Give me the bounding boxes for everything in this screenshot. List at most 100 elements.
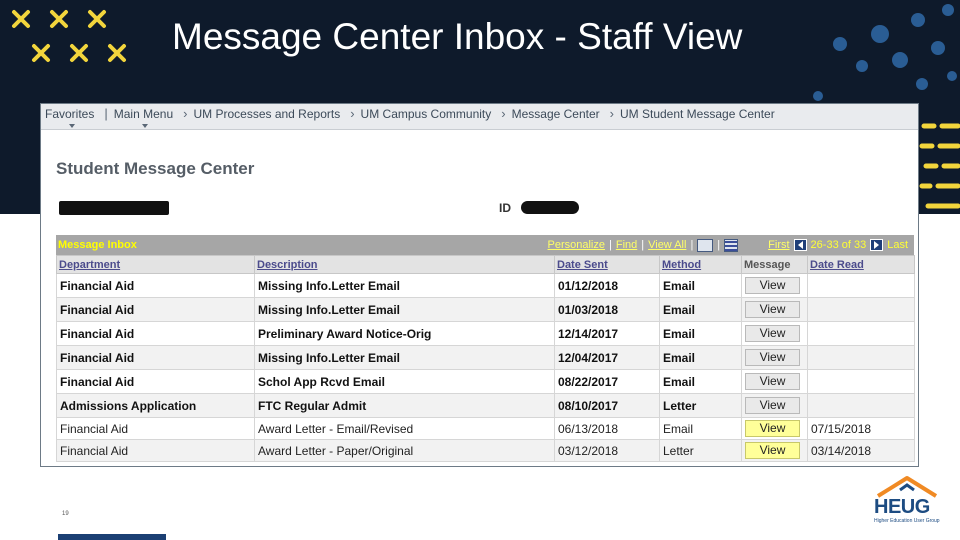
- cell-method: Email: [659, 297, 742, 322]
- cell-description: Award Letter - Email/Revised: [254, 417, 555, 440]
- cell-message: View: [741, 393, 808, 418]
- download-grid-icon[interactable]: [724, 238, 739, 252]
- last-link[interactable]: Last: [887, 239, 908, 251]
- view-message-button[interactable]: View: [745, 442, 800, 459]
- separator: |: [690, 239, 694, 251]
- cell-date-read: [807, 345, 915, 370]
- cell-date-sent: 08/10/2017: [554, 393, 660, 418]
- separator: |: [104, 106, 108, 121]
- cell-date-sent: 01/12/2018: [554, 273, 660, 298]
- column-header-method[interactable]: Method: [659, 255, 742, 274]
- table-row: Financial Aid Preliminary Award Notice-O…: [56, 321, 915, 346]
- view-message-button[interactable]: View: [745, 397, 800, 414]
- cell-date-sent: 12/04/2017: [554, 345, 660, 370]
- message-inbox-grid: Message Inbox Personalize | Find | View …: [56, 235, 915, 462]
- separator: |: [717, 239, 721, 251]
- breadcrumb-um-processes[interactable]: UM Processes and Reports: [193, 107, 344, 127]
- cell-message: View: [741, 297, 808, 322]
- cell-date-read: [807, 297, 915, 322]
- logo-wordmark: HEUG: [874, 496, 930, 518]
- cell-date-sent: 03/12/2018: [554, 439, 660, 462]
- next-page-icon[interactable]: [870, 239, 884, 251]
- cell-message: View: [741, 369, 808, 394]
- dot-pattern-decoration: [813, 4, 957, 101]
- previous-page-icon[interactable]: [793, 239, 807, 251]
- cell-date-read: [807, 321, 915, 346]
- table-row: Financial Aid Missing Info.Letter Email …: [56, 273, 915, 298]
- zoom-grid-icon[interactable]: [697, 238, 714, 252]
- column-header-date-sent[interactable]: Date Sent: [554, 255, 660, 274]
- breadcrumb-um-campus-community[interactable]: UM Campus Community: [361, 107, 496, 127]
- cell-message: View: [741, 439, 808, 462]
- cell-method: Email: [659, 273, 742, 298]
- table-row: Financial Aid Schol App Rcvd Email 08/22…: [56, 369, 915, 394]
- cell-description: Schol App Rcvd Email: [254, 369, 555, 394]
- breadcrumb-label: Message Center: [511, 106, 600, 121]
- table-header-row: Department Description Date Sent Method …: [56, 255, 915, 274]
- cell-department: Financial Aid: [56, 369, 255, 394]
- breadcrumb-label: UM Campus Community: [360, 106, 492, 121]
- chevron-right-icon: ›: [609, 106, 614, 121]
- view-all-link[interactable]: View All: [648, 239, 686, 251]
- personalize-link[interactable]: Personalize: [548, 239, 605, 251]
- breadcrumb-main-menu[interactable]: Main Menu: [114, 107, 177, 128]
- logo-tagline: Higher Education User Group: [874, 518, 940, 524]
- breadcrumb-student-message-center[interactable]: UM Student Message Center: [620, 107, 779, 127]
- column-header-description[interactable]: Description: [254, 255, 555, 274]
- x-pattern-decoration: [12, 10, 126, 62]
- footer-bar: [58, 534, 166, 540]
- grid-toolbar: Personalize | Find | View All | | First …: [548, 238, 908, 252]
- cell-message: View: [741, 417, 808, 440]
- breadcrumb-message-center[interactable]: Message Center: [512, 107, 604, 127]
- grid-header-bar: Message Inbox Personalize | Find | View …: [56, 235, 914, 255]
- view-message-button[interactable]: View: [745, 301, 800, 318]
- breadcrumb-favorites[interactable]: Favorites: [45, 106, 98, 128]
- cell-department: Financial Aid: [56, 439, 255, 462]
- cell-method: Letter: [659, 439, 742, 462]
- cell-description: Award Letter - Paper/Original: [254, 439, 555, 462]
- caret-down-icon: [142, 123, 149, 128]
- first-link[interactable]: First: [768, 239, 789, 251]
- dash-pattern-decoration: [919, 123, 960, 209]
- breadcrumb: Favorites | Main Menu › UM Processes and…: [41, 104, 918, 130]
- view-message-button[interactable]: View: [745, 349, 800, 366]
- cell-date-sent: 08/22/2017: [554, 369, 660, 394]
- cell-date-read: [807, 369, 915, 394]
- redacted-student-name: [59, 201, 169, 215]
- cell-date-sent: 12/14/2017: [554, 321, 660, 346]
- id-label: ID: [499, 201, 511, 215]
- cell-method: Email: [659, 321, 742, 346]
- cell-department: Financial Aid: [56, 297, 255, 322]
- cell-description: FTC Regular Admit: [254, 393, 555, 418]
- view-message-button[interactable]: View: [745, 325, 800, 342]
- view-message-button[interactable]: View: [745, 373, 800, 390]
- cell-date-read: 07/15/2018: [807, 417, 915, 440]
- cell-department: Financial Aid: [56, 321, 255, 346]
- table-row: Financial Aid Award Letter - Paper/Origi…: [56, 439, 915, 462]
- cell-description: Preliminary Award Notice-Orig: [254, 321, 555, 346]
- view-message-button[interactable]: View: [745, 420, 800, 437]
- find-link[interactable]: Find: [616, 239, 637, 251]
- chevron-right-icon: ›: [350, 106, 355, 121]
- breadcrumb-label: Favorites: [45, 106, 95, 121]
- cell-description: Missing Info.Letter Email: [254, 345, 555, 370]
- cell-department: Financial Aid: [56, 345, 255, 370]
- chevron-right-icon: ›: [501, 106, 506, 121]
- cell-description: Missing Info.Letter Email: [254, 297, 555, 322]
- cell-date-sent: 06/13/2018: [554, 417, 660, 440]
- column-header-date-read[interactable]: Date Read: [807, 255, 915, 274]
- view-message-button[interactable]: View: [745, 277, 800, 294]
- cell-message: View: [741, 345, 808, 370]
- page-number: 19: [62, 511, 69, 517]
- cell-method: Email: [659, 369, 742, 394]
- separator: |: [641, 239, 645, 251]
- table-row: Admissions Application FTC Regular Admit…: [56, 393, 915, 418]
- column-header-department[interactable]: Department: [56, 255, 255, 274]
- peoplesoft-screenshot: Favorites | Main Menu › UM Processes and…: [40, 103, 919, 467]
- table-row: Financial Aid Award Letter - Email/Revis…: [56, 417, 915, 440]
- cell-department: Financial Aid: [56, 417, 255, 440]
- separator: |: [608, 239, 612, 251]
- cell-date-read: [807, 273, 915, 298]
- cell-department: Financial Aid: [56, 273, 255, 298]
- table-row: Financial Aid Missing Info.Letter Email …: [56, 297, 915, 322]
